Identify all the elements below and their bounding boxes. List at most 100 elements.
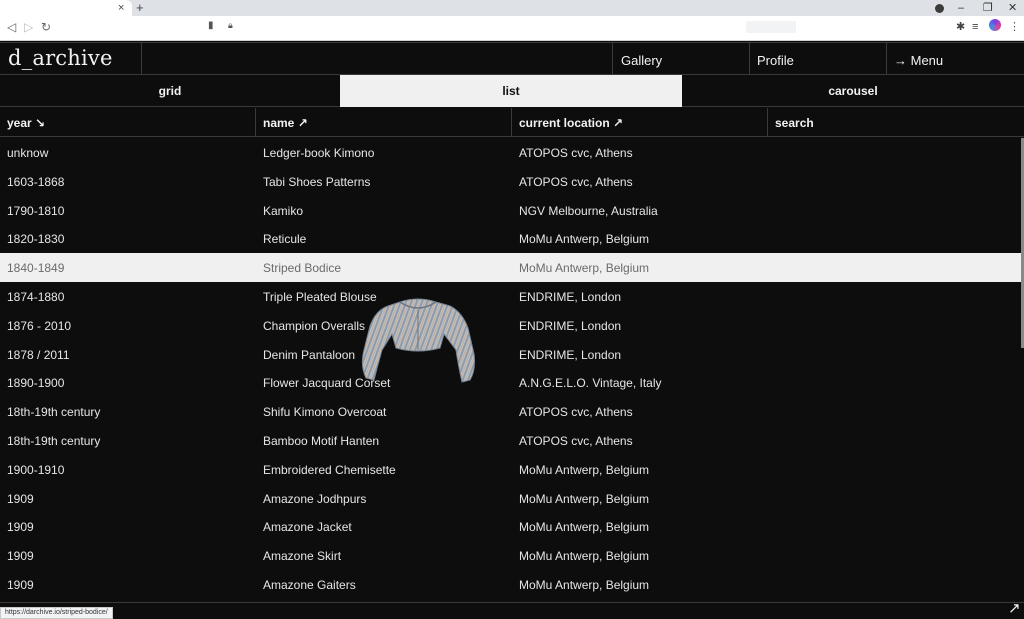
cell-year: 1909 [7, 491, 34, 506]
list-item[interactable]: 1909 Amazone Jacket MoMu Antwerp, Belgium [0, 512, 1022, 541]
cell-year: 1909 [7, 520, 34, 535]
search-column[interactable]: search [768, 108, 814, 137]
restore-button[interactable]: ❐ [983, 1, 993, 15]
tab-list[interactable]: list [340, 75, 682, 107]
extensions-icon[interactable]: ✱ [956, 19, 965, 35]
cell-name: Denim Pantaloon [263, 347, 356, 362]
nav-gallery[interactable]: Gallery [621, 53, 662, 68]
cell-year: 18th-19th century [7, 433, 101, 448]
header-divider [749, 43, 750, 75]
list-item[interactable]: 1876 - 2010 Champion Overalls ENDRIME, Lon… [0, 311, 1022, 340]
new-tab-button[interactable]: + [136, 0, 144, 15]
list-item[interactable]: 1900-1910 Embroidered Chemisette MoMu Antw… [0, 455, 1022, 484]
garment-preview-image [361, 298, 475, 383]
reading-list-icon[interactable]: ≡ [972, 19, 978, 35]
view-tabs: grid list carousel [0, 75, 1024, 107]
cell-name: Bamboo Motif Hanten [263, 433, 380, 448]
cell-location: MoMu Antwerp, Belgium [519, 491, 650, 506]
cell-name: Amazone Jodhpurs [263, 491, 367, 506]
cell-name: Kamiko [263, 203, 304, 218]
cell-location: MoMu Antwerp, Belgium [519, 577, 650, 592]
nav-menu[interactable]: → Menu [894, 53, 943, 68]
cell-year: 1790-1810 [7, 203, 65, 218]
list-item[interactable]: 1790-1810 Kamiko NGV Melbourne, Australia [0, 196, 1022, 225]
site-logo[interactable]: d_archive [8, 46, 113, 70]
list-item[interactable]: unknow Ledger-book Kimono ATOPOS cvc, Athe… [0, 138, 1022, 167]
cell-name: Amazone Jacket [263, 520, 352, 535]
header-divider [886, 43, 887, 75]
cell-year: 1890-1900 [7, 376, 65, 391]
cell-location: NGV Melbourne, Australia [519, 203, 658, 218]
cell-location: MoMu Antwerp, Belgium [519, 520, 650, 535]
address-bar[interactable]: ▮ 🔒︎ [198, 19, 806, 37]
cell-name: Striped Bodice [263, 261, 342, 276]
sort-arrow-down-right-icon: ↘ [35, 116, 46, 130]
cell-name: Shifu Kimono Overcoat [263, 405, 387, 420]
back-button[interactable]: ◁ [7, 19, 16, 35]
column-label: name [263, 116, 295, 130]
column-name[interactable]: name ↗ [256, 108, 308, 137]
cell-location: ATOPOS cvc, Athens [519, 405, 633, 420]
column-label: current location [519, 116, 610, 130]
browser-tab[interactable]: × [0, 0, 132, 16]
status-bar-url: https://darchive.io/striped-bodice/ [0, 607, 113, 619]
cell-name: Champion Overalls [263, 318, 366, 333]
footer-divider [0, 602, 1024, 603]
header-divider [141, 43, 142, 75]
cell-location: MoMu Antwerp, Belgium [519, 462, 650, 477]
cell-year: 1909 [7, 577, 34, 592]
archive-list: unknow Ledger-book Kimono ATOPOS cvc, Athe… [0, 138, 1022, 599]
address-text [746, 21, 796, 33]
table-header: year ↘ name ↗ current location ↗ search [0, 108, 1024, 137]
tab-grid[interactable]: grid [0, 75, 340, 107]
recording-icon [935, 4, 944, 13]
list-item[interactable]: 1909 Amazone Skirt MoMu Antwerp, Belgium [0, 541, 1022, 570]
nav-menu-label: Menu [910, 53, 944, 68]
sort-arrow-up-right-icon: ↗ [613, 116, 624, 130]
cell-location: MoMu Antwerp, Belgium [519, 261, 650, 276]
cell-year: 1840-1849 [7, 261, 65, 276]
reload-button[interactable]: ↻ [41, 19, 51, 35]
list-item[interactable]: 1909 Amazone Gaiters MoMu Antwerp, Belgium [0, 570, 1022, 599]
list-item[interactable]: 1603-1868 Tabi Shoes Patterns ATOPOS cvc, … [0, 167, 1022, 196]
cell-location: ATOPOS cvc, Athens [519, 174, 633, 189]
list-item[interactable]: 18th-19th century Shifu Kimono Overcoat AT… [0, 397, 1022, 426]
list-item[interactable]: 1890-1900 Flower Jacquard Corset A.N.G.E.L… [0, 368, 1022, 397]
list-item[interactable]: 1878 / 2011 Denim Pantaloon ENDRIME, Londo… [0, 340, 1022, 369]
site-header: d_archive Gallery Profile → Menu [0, 42, 1024, 75]
bookmark-icon[interactable]: ▮ [208, 20, 214, 31]
cell-location: MoMu Antwerp, Belgium [519, 232, 650, 247]
cell-name: Reticule [263, 232, 307, 247]
nav-profile[interactable]: Profile [757, 53, 794, 68]
cell-location: ENDRIME, London [519, 318, 622, 333]
list-item[interactable]: 18th-19th century Bamboo Motif Hanten ATOP… [0, 426, 1022, 455]
lock-icon[interactable]: 🔒︎ [228, 20, 233, 31]
list-item[interactable]: 1820-1830 Reticule MoMu Antwerp, Belgium [0, 224, 1022, 253]
list-item[interactable]: 1909 Amazone Jodhpurs MoMu Antwerp, Belgiu… [0, 484, 1022, 513]
arrow-up-right-icon[interactable]: ↗ [1008, 601, 1021, 617]
cell-location: MoMu Antwerp, Belgium [519, 549, 650, 564]
column-location[interactable]: current location ↗ [512, 108, 623, 137]
cell-year: unknow [7, 146, 49, 160]
cell-location: A.N.G.E.L.O. Vintage, Italy [519, 376, 662, 391]
tab-close-icon[interactable]: × [118, 1, 124, 15]
list-item[interactable]: 1840-1849 Striped Bodice MoMu Antwerp, Bel… [0, 253, 1022, 282]
list-item[interactable]: 1874-1880 Triple Pleated Blouse ENDRIME, L… [0, 282, 1022, 311]
cell-location: ENDRIME, London [519, 347, 622, 362]
tab-carousel[interactable]: carousel [682, 75, 1024, 107]
cell-name: Ledger-book Kimono [263, 146, 375, 160]
cell-location: ENDRIME, London [519, 289, 622, 304]
column-label: year [7, 116, 32, 130]
header-divider [612, 43, 613, 75]
column-year[interactable]: year ↘ [0, 108, 45, 137]
profile-avatar[interactable] [989, 19, 1001, 31]
cell-name: Amazone Skirt [263, 549, 342, 564]
minimize-button[interactable]: – [958, 1, 964, 15]
sort-arrow-up-right-icon: ↗ [297, 116, 308, 130]
cell-year: 18th-19th century [7, 405, 101, 420]
close-window-button[interactable]: ✕ [1008, 1, 1017, 15]
cell-year: 1876 - 2010 [7, 318, 72, 333]
cell-year: 1820-1830 [7, 232, 65, 247]
browser-menu-icon[interactable]: ⋮ [1009, 19, 1020, 35]
forward-button[interactable]: ▷ [24, 19, 33, 35]
